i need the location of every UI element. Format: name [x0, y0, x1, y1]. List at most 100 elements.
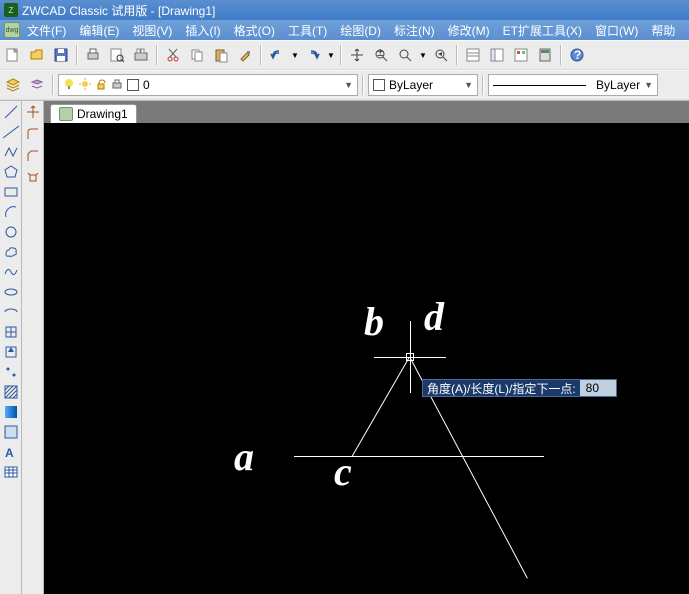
menu-logo-icon: dwg [4, 22, 20, 38]
menu-dim[interactable]: 标注(N) [388, 20, 441, 41]
fillet-tool[interactable] [24, 125, 42, 143]
main-area: A Drawing1 a b c d 角度(A)/长度(L)/指定下 [0, 101, 689, 594]
spline-tool[interactable] [2, 263, 20, 281]
plot-icon [111, 78, 123, 93]
zoom-prev-button[interactable] [430, 44, 452, 66]
mtext-tool[interactable]: A [2, 443, 20, 461]
paste-button[interactable] [210, 44, 232, 66]
cut-button[interactable] [162, 44, 184, 66]
help-button[interactable]: ? [566, 44, 588, 66]
dcenter-button[interactable] [486, 44, 508, 66]
zoom-dd[interactable]: ▼ [418, 44, 428, 66]
linetype-preview [493, 85, 586, 86]
undo-dd[interactable]: ▼ [290, 44, 300, 66]
tpalette-button[interactable] [510, 44, 532, 66]
menu-help[interactable]: 帮助 [645, 20, 681, 41]
point-tool[interactable] [2, 363, 20, 381]
circle-tool[interactable] [2, 223, 20, 241]
menu-view[interactable]: 视图(V) [126, 20, 178, 41]
preview-button[interactable] [106, 44, 128, 66]
explode-tool[interactable] [24, 169, 42, 187]
redo-button[interactable] [302, 44, 324, 66]
sun-icon [79, 78, 91, 93]
menu-modify[interactable]: 修改(M) [442, 20, 496, 41]
document-tabs: Drawing1 [44, 101, 689, 123]
redo-dd[interactable]: ▼ [326, 44, 336, 66]
revcloud-tool[interactable] [2, 243, 20, 261]
linetype-combo[interactable]: ByLayer ▼ [488, 74, 658, 96]
menu-bar: dwg 文件(F) 编辑(E) 视图(V) 插入(I) 格式(O) 工具(T) … [0, 20, 689, 40]
arc-tool[interactable] [2, 203, 20, 221]
standard-toolbar: ▼ ▼ ± ▼ ? [0, 40, 689, 70]
separator-icon [76, 45, 78, 65]
layer-toolbar: 0 ▼ ByLayer ▼ ByLayer ▼ [0, 70, 689, 100]
prop-button[interactable] [462, 44, 484, 66]
menu-format[interactable]: 格式(O) [228, 20, 281, 41]
match-button[interactable] [234, 44, 256, 66]
menu-file[interactable]: 文件(F) [21, 20, 72, 41]
menu-insert[interactable]: 插入(I) [179, 20, 226, 41]
separator-icon [260, 45, 262, 65]
chamfer-tool[interactable] [24, 147, 42, 165]
svg-text:±: ± [377, 47, 384, 59]
insert-tool[interactable] [2, 343, 20, 361]
menu-edit[interactable]: 编辑(E) [73, 20, 125, 41]
layer-color-swatch [127, 79, 139, 91]
xline-tool[interactable] [2, 123, 20, 141]
chevron-down-icon: ▼ [344, 80, 353, 90]
separator-icon [456, 45, 458, 65]
copy-button[interactable] [186, 44, 208, 66]
separator-icon [362, 75, 364, 95]
layer-states-button[interactable] [26, 74, 48, 96]
publish-button[interactable] [130, 44, 152, 66]
drawing-canvas[interactable]: a b c d 角度(A)/长度(L)/指定下一点: 80 [44, 123, 689, 594]
polygon-tool[interactable] [2, 163, 20, 181]
dwg-icon [59, 107, 73, 121]
table-tool[interactable] [2, 463, 20, 481]
menu-et[interactable]: ET扩展工具(X) [497, 20, 588, 41]
window-title: ZWCAD Classic 试用版 - [Drawing1] [22, 2, 215, 19]
block-tool[interactable] [2, 323, 20, 341]
layer-combo[interactable]: 0 ▼ [58, 74, 358, 96]
app-logo-icon: Z [4, 3, 18, 17]
toolbar-area: ▼ ▼ ± ▼ ? 0 ▼ ByLayer [0, 40, 689, 101]
annotation-c: c [334, 448, 352, 495]
prompt-value-input[interactable]: 80 [580, 380, 616, 396]
move-tool[interactable] [24, 103, 42, 121]
zoom-rt-button[interactable]: ± [370, 44, 392, 66]
gradient-tool[interactable] [2, 403, 20, 421]
hatch-tool[interactable] [2, 383, 20, 401]
prompt-label: 角度(A)/长度(L)/指定下一点: [423, 380, 580, 397]
calc-button[interactable] [534, 44, 556, 66]
menu-draw[interactable]: 绘图(D) [334, 20, 387, 41]
save-button[interactable] [50, 44, 72, 66]
chevron-down-icon: ▼ [464, 80, 473, 90]
separator-icon [482, 75, 484, 95]
undo-button[interactable] [266, 44, 288, 66]
lock-open-icon [95, 78, 107, 93]
ellipse-arc-tool[interactable] [2, 303, 20, 321]
layer-mgr-button[interactable] [2, 74, 24, 96]
menu-window[interactable]: 窗口(W) [589, 20, 644, 41]
pan-button[interactable] [346, 44, 368, 66]
pline-tool[interactable] [2, 143, 20, 161]
new-button[interactable] [2, 44, 24, 66]
drawn-line [294, 456, 544, 457]
annotation-b: b [364, 298, 384, 345]
annotation-a: a [234, 433, 254, 480]
drawn-line [352, 357, 410, 457]
print-button[interactable] [82, 44, 104, 66]
annotation-d: d [424, 293, 444, 340]
open-button[interactable] [26, 44, 48, 66]
color-combo[interactable]: ByLayer ▼ [368, 74, 478, 96]
line-tool[interactable] [2, 103, 20, 121]
ellipse-tool[interactable] [2, 283, 20, 301]
zoom-win-button[interactable] [394, 44, 416, 66]
rect-tool[interactable] [2, 183, 20, 201]
modify-toolbar [22, 101, 44, 594]
region-tool[interactable] [2, 423, 20, 441]
menu-tools[interactable]: 工具(T) [282, 20, 333, 41]
separator-icon [52, 75, 54, 95]
tab-drawing1[interactable]: Drawing1 [50, 104, 137, 123]
svg-text:A: A [5, 446, 14, 460]
